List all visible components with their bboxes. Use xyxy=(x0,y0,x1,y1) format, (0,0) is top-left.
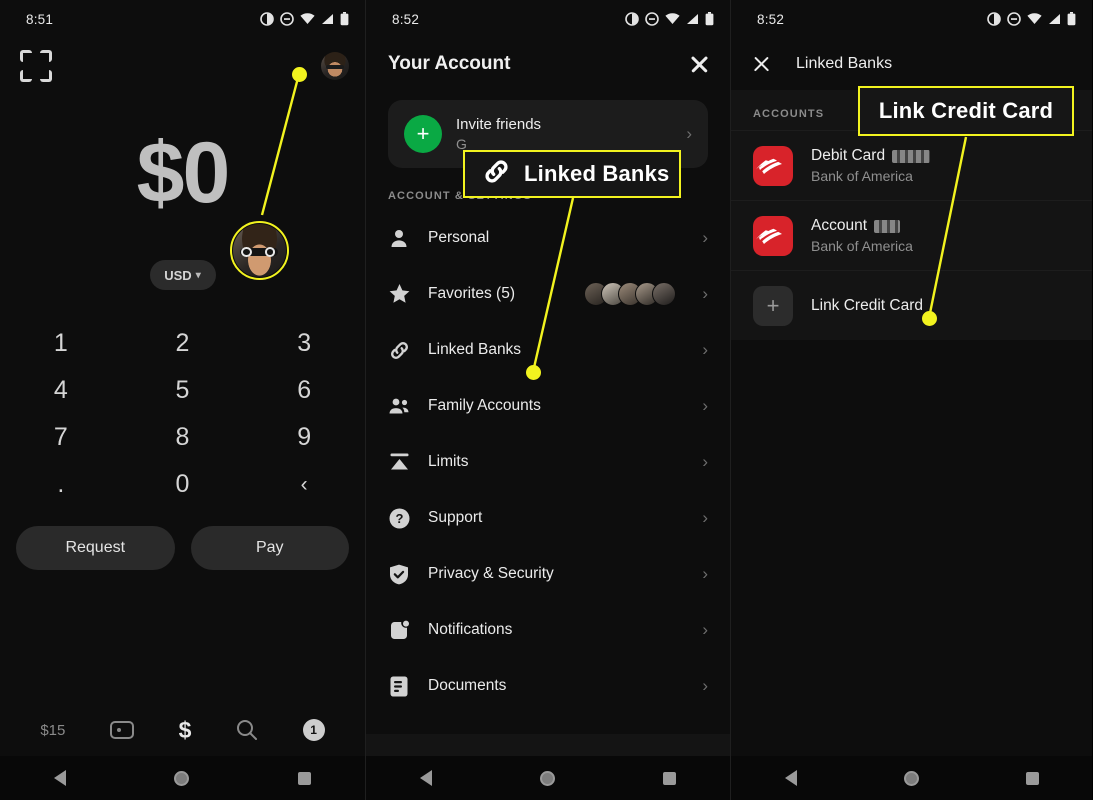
annotation-text: Link Credit Card xyxy=(878,98,1054,123)
annotation-dot-link-credit-card xyxy=(922,311,937,326)
annotation-text: Linked Banks xyxy=(524,161,670,186)
annotation-link-credit-card-callout: Link Credit Card xyxy=(858,86,1074,136)
annotation-dot-avatar xyxy=(292,67,307,82)
magnified-avatar xyxy=(233,224,286,277)
annotation-dot-linked-banks xyxy=(526,365,541,380)
screenshot-root: 8:51 $0 USD ▾ 1 2 3 4 5 6 7 8 9 . 0 ‹ Re… xyxy=(0,0,1093,800)
link-icon xyxy=(483,158,510,190)
annotation-linked-banks-callout: Linked Banks xyxy=(463,150,681,198)
